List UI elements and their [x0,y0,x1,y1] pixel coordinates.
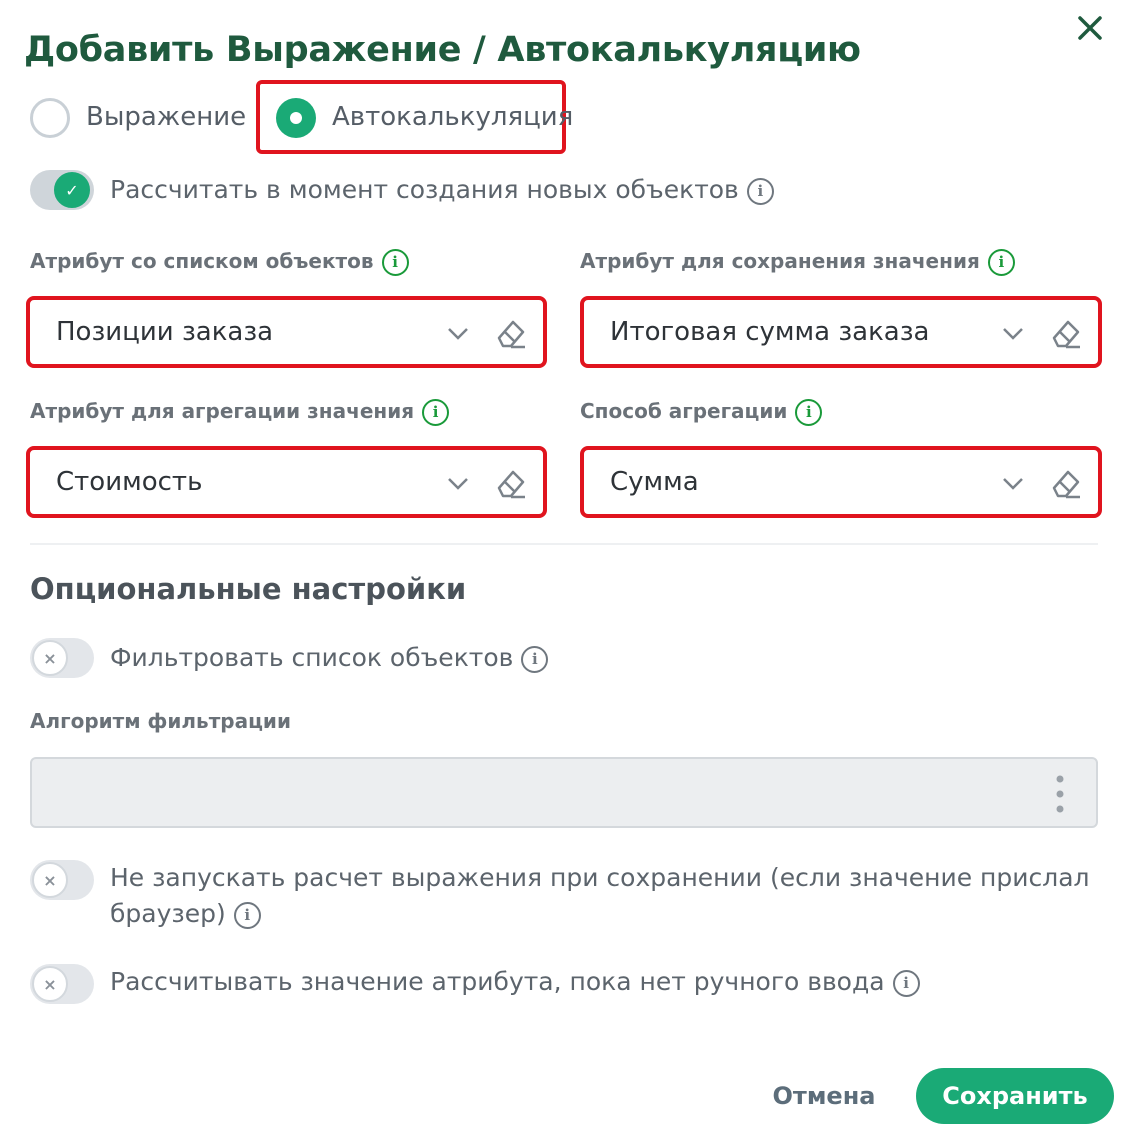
save-attribute-label-text: Атрибут для сохранения значения [580,249,980,273]
eraser-icon[interactable] [491,464,529,502]
aggregate-attribute-label: Атрибут для агрегации значения i [30,396,450,426]
radio-expression[interactable] [30,98,70,138]
optional-settings-title: Опциональные настройки [30,572,467,606]
filter-list-toggle[interactable]: × [30,638,94,678]
chevron-down-icon[interactable] [1000,470,1026,496]
info-icon[interactable]: i [381,249,409,276]
calc-until-manual-label: Рассчитывать значение атрибута, пока нет… [110,964,920,1000]
info-icon[interactable]: i [233,901,261,929]
radio-expression-label[interactable]: Выражение [86,102,246,132]
dialog-title: Добавить Выражение / Автокалькуляцию [24,30,861,70]
calc-on-create-text: Рассчитать в момент создания новых объек… [110,175,739,204]
chevron-down-icon[interactable] [1000,320,1026,346]
calc-on-create-label: Рассчитать в момент создания новых объек… [110,172,774,208]
cancel-button[interactable]: Отмена [760,1072,888,1120]
section-divider [30,543,1098,545]
filter-list-text: Фильтровать список объектов [110,643,514,672]
info-icon[interactable]: i [521,645,549,673]
mode-radio-group: Выражение Автокалькуляция [0,80,1134,154]
info-icon[interactable]: i [746,177,774,205]
calc-until-manual-toggle[interactable]: × [30,964,94,1004]
info-icon[interactable]: i [892,969,920,997]
chevron-down-icon[interactable] [445,470,471,496]
info-icon[interactable]: i [795,399,823,426]
save-attribute-value: Итоговая сумма заказа [610,317,930,347]
x-icon: × [32,640,68,676]
aggregation-method-label-text: Способ агрегации [580,399,788,423]
chevron-down-icon[interactable] [445,320,471,346]
aggregate-attribute-value: Стоимость [56,467,203,497]
aggregation-method-value: Сумма [610,467,699,497]
x-icon: × [32,966,68,1002]
filter-algorithm-label: Алгоритм фильтрации [30,709,291,733]
list-attribute-label-text: Атрибут со списком объектов [30,249,374,273]
filter-list-label: Фильтровать список объектов i [110,640,549,676]
list-attribute-label: Атрибут со списком объектов i [30,246,409,276]
aggregate-attribute-label-text: Атрибут для агрегации значения [30,399,415,423]
aggregate-attribute-select[interactable]: Стоимость [26,446,547,518]
aggregation-method-select[interactable]: Сумма [580,446,1102,518]
save-attribute-select[interactable]: Итоговая сумма заказа [580,296,1102,368]
aggregation-method-label: Способ агрегации i [580,396,823,426]
info-icon[interactable]: i [987,249,1015,276]
skip-calc-on-save-line2: браузер) [110,899,226,928]
kebab-menu-icon[interactable] [1056,775,1064,813]
filter-algorithm-input[interactable] [30,757,1098,828]
eraser-icon[interactable] [1046,314,1084,352]
x-icon: × [32,862,68,898]
info-icon[interactable]: i [422,399,450,426]
save-button[interactable]: Сохранить [916,1068,1114,1124]
save-attribute-label: Атрибут для сохранения значения i [580,246,1015,276]
skip-calc-on-save-toggle[interactable]: × [30,860,94,900]
list-attribute-value: Позиции заказа [56,317,274,347]
calc-on-create-toggle[interactable]: ✓ [30,170,94,210]
check-icon: ✓ [54,172,90,208]
skip-calc-on-save-label: Не запускать расчет выражения при сохран… [110,860,1090,932]
eraser-icon[interactable] [491,314,529,352]
close-icon[interactable] [1072,10,1108,46]
radio-autocalc[interactable] [276,98,316,138]
list-attribute-select[interactable]: Позиции заказа [26,296,547,368]
radio-autocalc-label[interactable]: Автокалькуляция [332,102,573,132]
eraser-icon[interactable] [1046,464,1084,502]
calc-until-manual-text: Рассчитывать значение атрибута, пока нет… [110,967,885,996]
skip-calc-on-save-line1: Не запускать расчет выражения при сохран… [110,863,1090,892]
